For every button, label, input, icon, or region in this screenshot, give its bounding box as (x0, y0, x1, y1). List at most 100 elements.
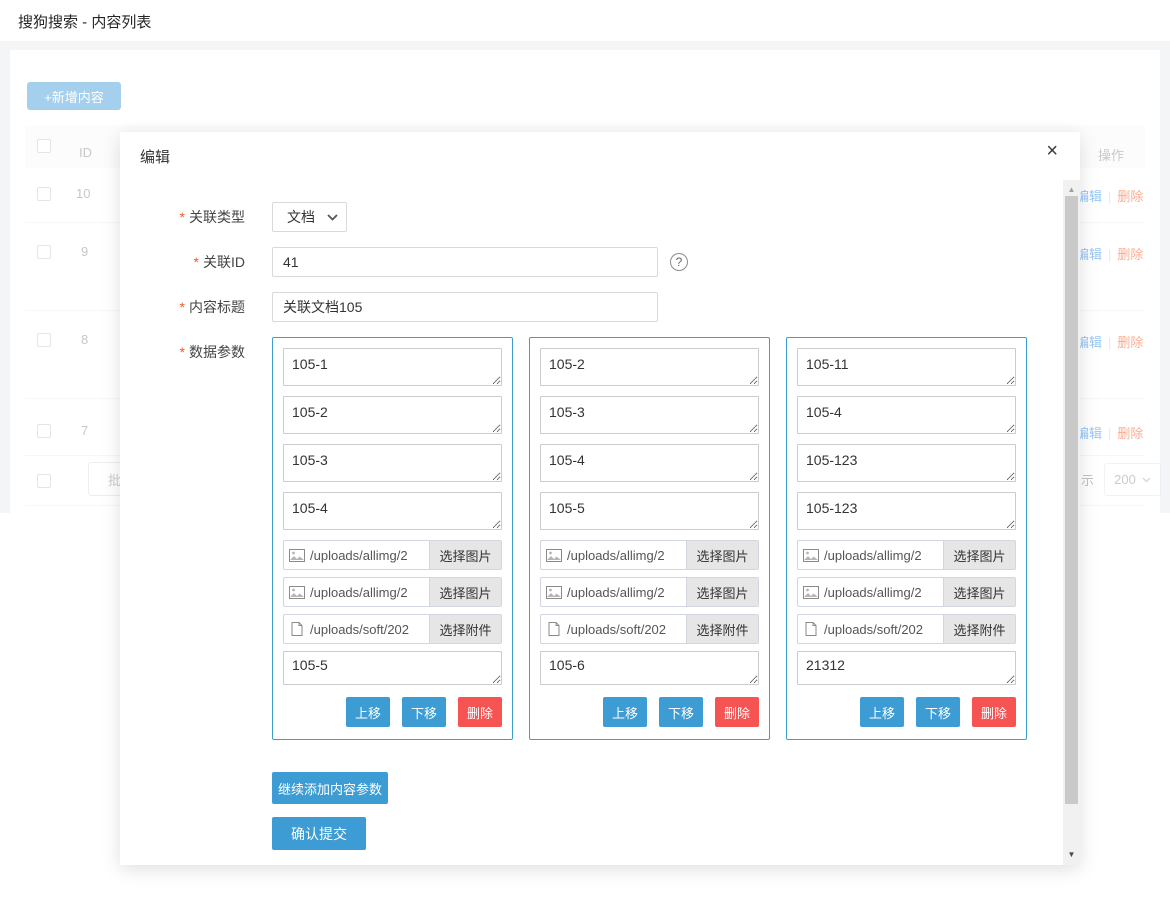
row-actions: 编辑|删除 (1076, 332, 1143, 351)
select-file-button[interactable]: 选择附件 (686, 615, 758, 643)
page-size-select[interactable]: 200 (1104, 463, 1161, 496)
move-up-button[interactable]: 上移 (346, 697, 390, 727)
move-up-button[interactable]: 上移 (860, 697, 904, 727)
image-path: /uploads/allimg/2 (310, 548, 429, 563)
image-path: /uploads/allimg/2 (567, 585, 686, 600)
image-icon (798, 586, 824, 599)
relation-type-row: *关联类型 文档 (140, 202, 1050, 232)
card-actions: 上移 下移 删除 (797, 697, 1016, 727)
delete-param-button[interactable]: 删除 (458, 697, 502, 727)
move-down-button[interactable]: 下移 (402, 697, 446, 727)
row-id: 9 (81, 244, 88, 259)
delete-param-button[interactable]: 删除 (715, 697, 759, 727)
select-image-button[interactable]: 选择图片 (943, 578, 1015, 606)
relation-type-value: 文档 (287, 207, 315, 227)
relation-id-row: *关联ID ? (140, 247, 1050, 277)
scroll-up-icon[interactable]: ▲ (1063, 182, 1080, 196)
delete-link[interactable]: 删除 (1117, 335, 1143, 350)
row-id: 8 (81, 332, 88, 347)
required-mark: * (180, 299, 185, 315)
row-actions: 编辑|删除 (1076, 186, 1143, 205)
row-checkbox[interactable] (37, 245, 51, 259)
param-text-input[interactable]: 105-3 (540, 396, 759, 434)
edit-dialog: 编辑 × *关联类型 文档 *关联ID ? *内容标题 *数据参数 (120, 132, 1080, 865)
select-file-button[interactable]: 选择附件 (943, 615, 1015, 643)
param-text-input[interactable]: 105-2 (283, 396, 502, 434)
action-divider: | (1108, 426, 1111, 441)
scrollbar-thumb[interactable] (1065, 196, 1078, 804)
image-picker-row: /uploads/allimg/2 选择图片 (797, 540, 1016, 570)
chevron-down-icon (327, 214, 338, 221)
relation-type-select[interactable]: 文档 (272, 202, 347, 232)
image-path: /uploads/allimg/2 (567, 548, 686, 563)
select-image-button[interactable]: 选择图片 (429, 578, 501, 606)
row-checkbox[interactable] (37, 424, 51, 438)
param-text-input[interactable]: 105-5 (540, 492, 759, 530)
param-text-input[interactable]: 105-4 (540, 444, 759, 482)
row-checkbox[interactable] (37, 333, 51, 347)
file-icon (798, 622, 824, 636)
add-param-button[interactable]: 继续添加内容参数 (272, 772, 388, 804)
move-up-button[interactable]: 上移 (603, 697, 647, 727)
scroll-down-icon[interactable]: ▼ (1063, 847, 1080, 861)
param-text-input[interactable]: 105-4 (797, 396, 1016, 434)
file-path: /uploads/soft/202 (310, 622, 429, 637)
content-title-row: *内容标题 (140, 292, 1050, 322)
file-path: /uploads/soft/202 (824, 622, 943, 637)
modal-scrollbar[interactable]: ▲ ▼ (1063, 180, 1080, 865)
page-title: 搜狗搜索 - 内容列表 (18, 11, 151, 32)
select-image-button[interactable]: 选择图片 (429, 541, 501, 569)
select-image-button[interactable]: 选择图片 (943, 541, 1015, 569)
relation-id-input[interactable] (272, 247, 658, 277)
column-header-id: ID (79, 145, 92, 160)
param-text-input[interactable]: 105-6 (540, 651, 759, 685)
card-actions: 上移 下移 删除 (283, 697, 502, 727)
image-picker-row: /uploads/allimg/2 选择图片 (283, 577, 502, 607)
action-divider: | (1108, 247, 1111, 262)
row-id: 10 (76, 186, 90, 201)
dialog-title: 编辑 (140, 146, 170, 167)
param-text-input[interactable]: 21312 (797, 651, 1016, 685)
delete-link[interactable]: 删除 (1117, 189, 1143, 204)
help-icon[interactable]: ? (670, 253, 688, 271)
move-down-button[interactable]: 下移 (916, 697, 960, 727)
param-text-input[interactable]: 105-5 (283, 651, 502, 685)
required-mark: * (180, 209, 185, 225)
param-text-input[interactable]: 105-2 (540, 348, 759, 386)
select-image-button[interactable]: 选择图片 (686, 541, 758, 569)
param-text-input[interactable]: 105-3 (283, 444, 502, 482)
image-path: /uploads/allimg/2 (824, 548, 943, 563)
param-card: 105-2 105-3 105-4 105-5 /uploads/allimg/… (529, 337, 770, 740)
param-text-input[interactable]: 105-123 (797, 444, 1016, 482)
action-divider: | (1108, 335, 1111, 350)
delete-link[interactable]: 删除 (1117, 247, 1143, 262)
batch-select-checkbox[interactable] (37, 474, 51, 488)
param-card: 105-11 105-4 105-123 105-123 /uploads/al… (786, 337, 1027, 740)
row-actions: 编辑|删除 (1076, 244, 1143, 263)
row-checkbox[interactable] (37, 187, 51, 201)
page-size-value: 200 (1114, 472, 1136, 487)
add-content-button[interactable]: +新增内容 (27, 82, 121, 110)
param-text-input[interactable]: 105-1 (283, 348, 502, 386)
image-icon (541, 586, 567, 599)
submit-button[interactable]: 确认提交 (272, 817, 366, 850)
close-icon[interactable]: × (1046, 141, 1058, 161)
delete-link[interactable]: 删除 (1117, 426, 1143, 441)
image-path: /uploads/allimg/2 (310, 585, 429, 600)
select-all-checkbox[interactable] (37, 139, 51, 153)
card-actions: 上移 下移 删除 (540, 697, 759, 727)
file-picker-row: /uploads/soft/202 选择附件 (797, 614, 1016, 644)
row-actions: 编辑|删除 (1076, 423, 1143, 442)
move-down-button[interactable]: 下移 (659, 697, 703, 727)
param-text-input[interactable]: 105-123 (797, 492, 1016, 530)
select-file-button[interactable]: 选择附件 (429, 615, 501, 643)
action-divider: | (1108, 189, 1111, 204)
select-image-button[interactable]: 选择图片 (686, 578, 758, 606)
image-picker-row: /uploads/allimg/2 选择图片 (540, 577, 759, 607)
param-text-input[interactable]: 105-11 (797, 348, 1016, 386)
image-picker-row: /uploads/allimg/2 选择图片 (797, 577, 1016, 607)
content-title-input[interactable] (272, 292, 658, 322)
param-text-input[interactable]: 105-4 (283, 492, 502, 530)
chevron-down-icon (1142, 477, 1151, 483)
delete-param-button[interactable]: 删除 (972, 697, 1016, 727)
